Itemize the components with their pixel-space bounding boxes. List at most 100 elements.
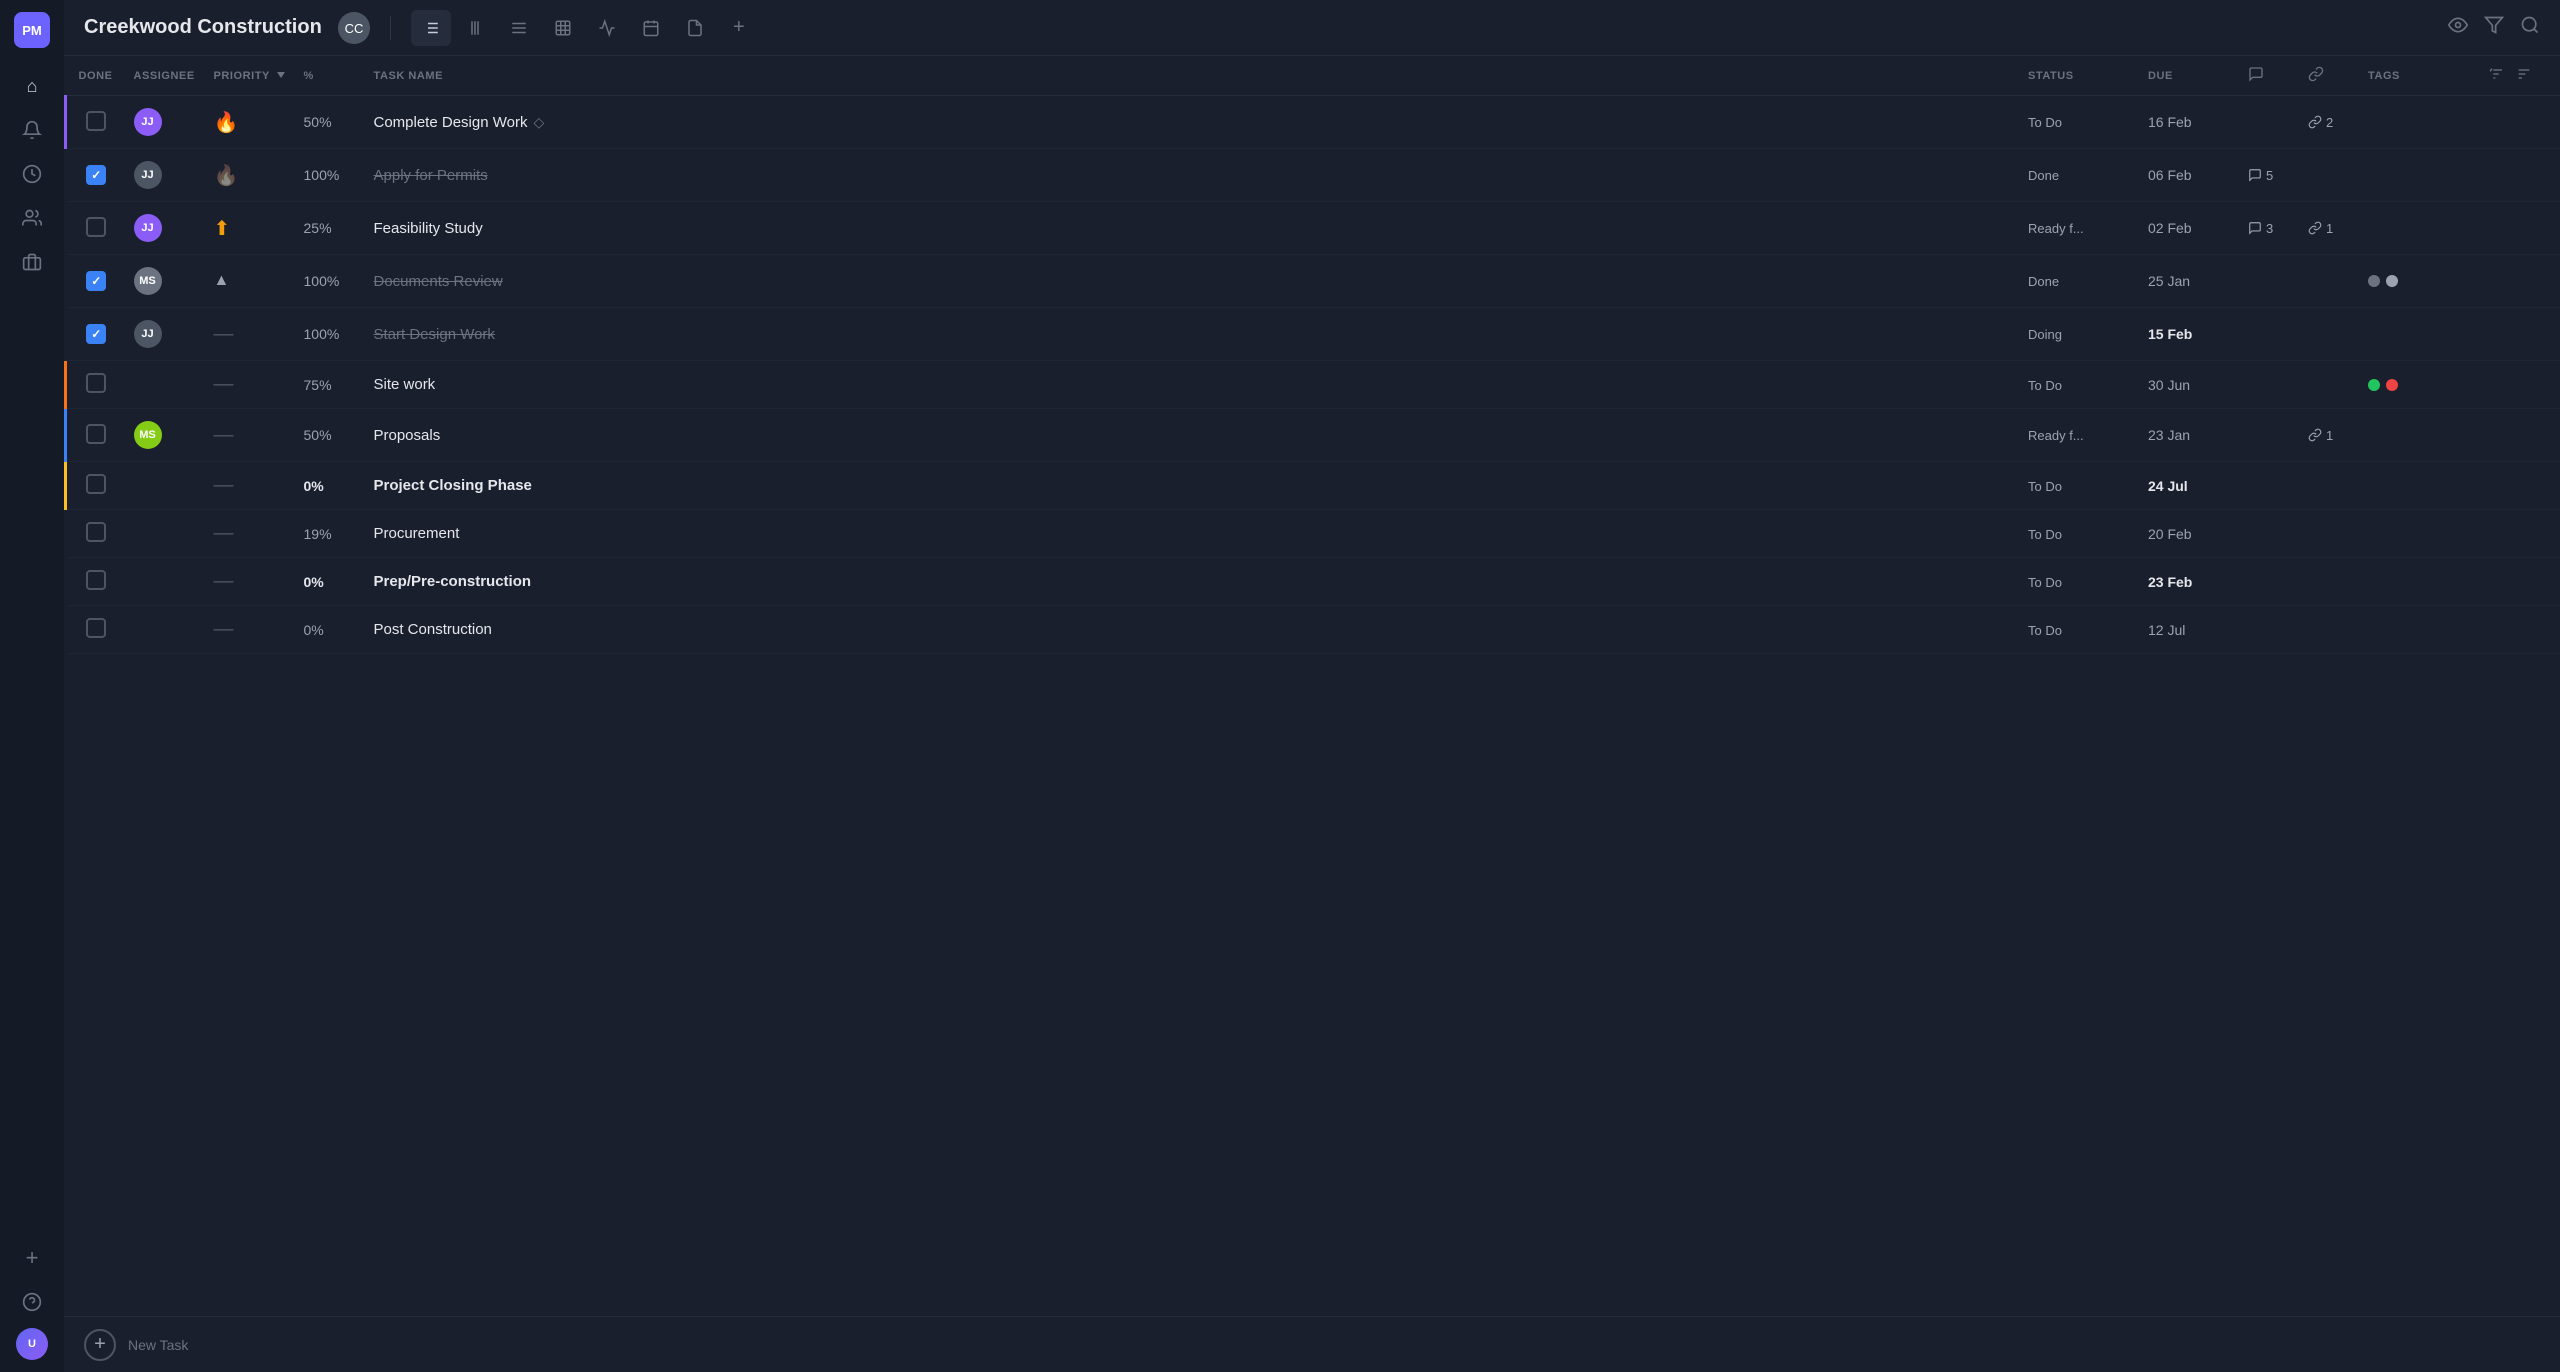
done-checkbox[interactable] — [86, 324, 106, 344]
table-header-row: DONE ASSIGNEE PRIORITY % TASK NAME — [66, 56, 2560, 96]
dash-priority-icon: — — [214, 424, 234, 446]
new-task-label: New Task — [128, 1337, 188, 1353]
list-view-tab[interactable] — [411, 10, 451, 46]
task-name[interactable]: Apply for Permits — [374, 167, 488, 184]
fire-priority-icon: 🔥 — [214, 112, 239, 134]
sidebar-item-clock[interactable] — [14, 156, 50, 192]
table-row[interactable]: JJ🔥50%Complete Design Work◇To Do16 Feb 2 — [66, 96, 2560, 149]
add-task-button[interactable]: + — [84, 1329, 116, 1361]
table-row[interactable]: MS▲100%Documents ReviewDone25 Jan — [66, 255, 2560, 308]
sidebar-help-icon[interactable] — [14, 1284, 50, 1320]
page-title: Creekwood Construction — [84, 16, 322, 39]
header-tags[interactable]: TAGS — [2360, 56, 2480, 96]
percent-value: 100% — [304, 326, 340, 342]
done-checkbox[interactable] — [86, 165, 106, 185]
task-name[interactable]: Proposals — [374, 427, 441, 444]
task-name[interactable]: Start Design Work — [374, 326, 495, 343]
topbar-actions — [2448, 15, 2540, 40]
view-tabs: + — [411, 10, 759, 46]
due-date: 30 Jun — [2148, 377, 2190, 393]
tag-dot — [2386, 379, 2398, 391]
table-row[interactable]: —0%Project Closing PhaseTo Do24 Jul — [66, 462, 2560, 510]
table-row[interactable]: —0%Prep/Pre-constructionTo Do23 Feb — [66, 558, 2560, 606]
tag-dot — [2368, 275, 2380, 287]
dash-priority-icon: — — [214, 522, 234, 544]
task-name[interactable]: Complete Design Work — [374, 114, 528, 131]
doc-view-tab[interactable] — [675, 10, 715, 46]
header-links[interactable] — [2300, 56, 2360, 96]
app-logo[interactable]: PM — [14, 12, 50, 48]
header-due[interactable]: DUE — [2140, 56, 2240, 96]
header-done[interactable]: DONE — [66, 56, 126, 96]
comment-count: 3 — [2248, 221, 2292, 236]
done-checkbox[interactable] — [86, 111, 106, 131]
table-row[interactable]: JJ⬆25%Feasibility StudyReady f...02 Feb … — [66, 202, 2560, 255]
table-row[interactable]: MS—50%ProposalsReady f...23 Jan 1 — [66, 409, 2560, 462]
table-view-tab[interactable] — [543, 10, 583, 46]
sidebar-item-briefcase[interactable] — [14, 244, 50, 280]
status-badge: Doing — [2028, 327, 2062, 342]
calendar-view-tab[interactable] — [631, 10, 671, 46]
header-status[interactable]: STATUS — [2020, 56, 2140, 96]
gantt-view-tab[interactable] — [455, 10, 495, 46]
due-date: 12 Jul — [2148, 622, 2185, 638]
task-name[interactable]: Procurement — [374, 525, 460, 542]
watch-icon[interactable] — [2448, 15, 2468, 40]
task-name[interactable]: Prep/Pre-construction — [374, 573, 532, 590]
table-row[interactable]: —75%Site workTo Do30 Jun — [66, 361, 2560, 409]
table-row[interactable]: —19%ProcurementTo Do20 Feb — [66, 510, 2560, 558]
percent-value: 0% — [304, 574, 324, 590]
project-avatar[interactable]: CC — [338, 12, 370, 44]
task-name[interactable]: Post Construction — [374, 621, 492, 638]
sidebar-add-button[interactable]: + — [14, 1240, 50, 1276]
status-badge: Ready f... — [2028, 428, 2084, 443]
header-percent[interactable]: % — [296, 56, 366, 96]
status-badge: To Do — [2028, 115, 2062, 130]
link-count: 2 — [2308, 115, 2352, 130]
task-table: DONE ASSIGNEE PRIORITY % TASK NAME — [64, 56, 2560, 654]
done-checkbox[interactable] — [86, 618, 106, 638]
due-date: 24 Jul — [2148, 478, 2188, 494]
search-icon[interactable] — [2520, 15, 2540, 40]
sidebar-item-people[interactable] — [14, 200, 50, 236]
table-row[interactable]: JJ—100%Start Design WorkDoing15 Feb — [66, 308, 2560, 361]
tag-dot — [2368, 379, 2380, 391]
board-view-tab[interactable] — [499, 10, 539, 46]
sidebar-item-home[interactable]: ⌂ — [14, 68, 50, 104]
percent-value: 50% — [304, 114, 332, 130]
chart-view-tab[interactable] — [587, 10, 627, 46]
done-checkbox[interactable] — [86, 474, 106, 494]
header-task-name[interactable]: TASK NAME — [366, 56, 2021, 96]
header-assignee[interactable]: ASSIGNEE — [126, 56, 206, 96]
status-badge: To Do — [2028, 527, 2062, 542]
filter-icon[interactable] — [2484, 15, 2504, 40]
table-row[interactable]: JJ🔥100%Apply for PermitsDone06 Feb 5 — [66, 149, 2560, 202]
dash-priority-icon: — — [214, 373, 234, 395]
priority-sort-icon — [277, 72, 285, 80]
done-checkbox[interactable] — [86, 424, 106, 444]
task-name[interactable]: Feasibility Study — [374, 220, 483, 237]
flame-low-priority-icon: 🔥 — [214, 165, 239, 187]
task-name[interactable]: Documents Review — [374, 273, 503, 290]
task-name[interactable]: Site work — [374, 376, 436, 393]
user-avatar[interactable]: U — [16, 1328, 48, 1360]
done-checkbox[interactable] — [86, 522, 106, 542]
assignee-avatar: JJ — [134, 320, 162, 348]
sidebar-item-notifications[interactable] — [14, 112, 50, 148]
header-sort-controls[interactable] — [2480, 56, 2560, 96]
sidebar: PM ⌂ + U — [0, 0, 64, 1372]
task-name[interactable]: Project Closing Phase — [374, 477, 532, 494]
done-checkbox[interactable] — [86, 217, 106, 237]
header-comments[interactable] — [2240, 56, 2300, 96]
add-view-tab[interactable]: + — [719, 10, 759, 46]
bottombar: + New Task — [64, 1316, 2560, 1372]
medium-priority-icon: ▲ — [214, 272, 230, 289]
status-badge: To Do — [2028, 479, 2062, 494]
done-checkbox[interactable] — [86, 570, 106, 590]
done-checkbox[interactable] — [86, 271, 106, 291]
header-priority[interactable]: PRIORITY — [206, 56, 296, 96]
done-checkbox[interactable] — [86, 373, 106, 393]
due-date: 25 Jan — [2148, 273, 2190, 289]
table-row[interactable]: —0%Post ConstructionTo Do12 Jul — [66, 606, 2560, 654]
status-badge: Done — [2028, 168, 2059, 183]
